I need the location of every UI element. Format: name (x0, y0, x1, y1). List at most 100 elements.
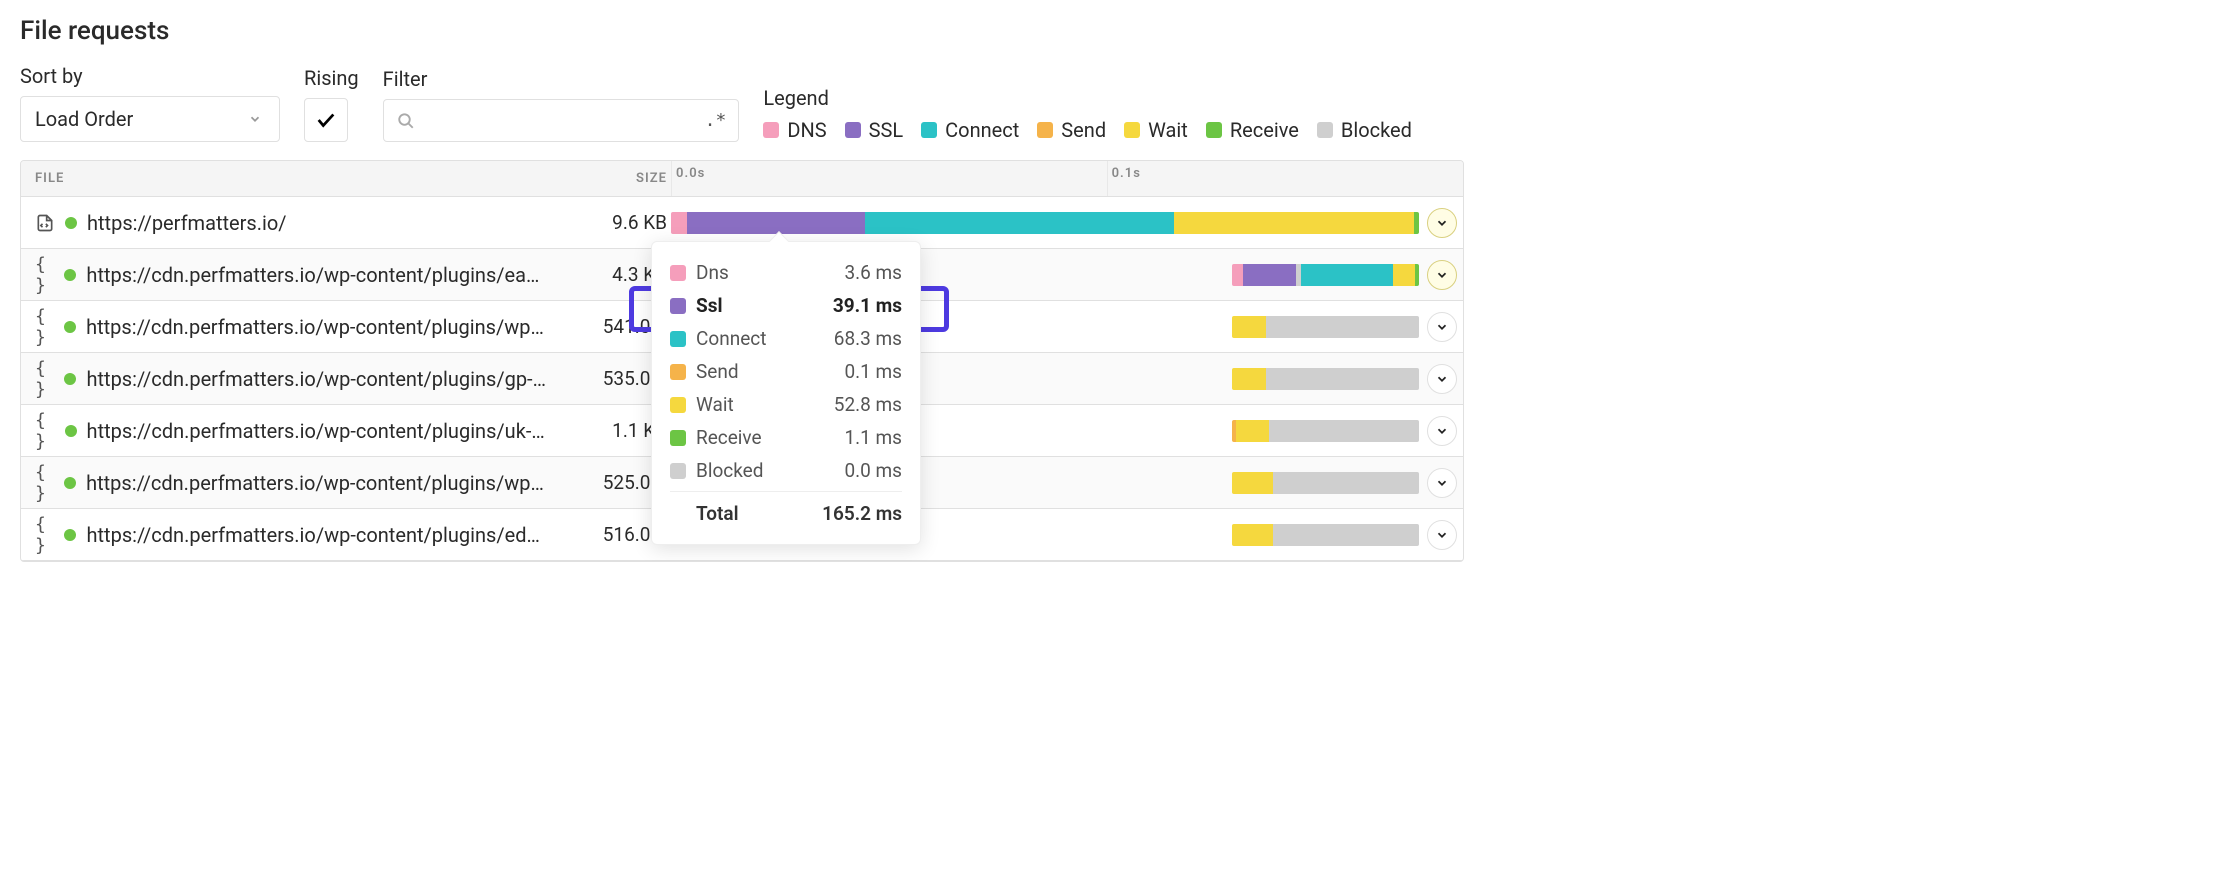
tooltip-value: 0.1 ms (844, 360, 902, 383)
tooltip-label: Dns (696, 261, 729, 284)
controls-bar: Sort by Load Order Rising Filter .* Lege… (20, 64, 1464, 142)
request-url: https://cdn.perfmatters.io/wp-content/pl… (86, 367, 547, 391)
segment-receive (1415, 264, 1419, 286)
segment-connect (865, 212, 1174, 234)
search-icon (396, 111, 416, 131)
col-timeline-header: 0.0s0.1s (671, 161, 1463, 196)
timing-bar[interactable] (1232, 472, 1419, 494)
timing-bar[interactable] (1232, 420, 1419, 442)
rising-label: Rising (304, 66, 359, 90)
tooltip-label: Connect (696, 327, 766, 350)
status-dot (64, 373, 76, 385)
tooltip-value: 68.3 ms (834, 327, 902, 350)
timing-bar[interactable] (671, 212, 1419, 234)
html-file-icon (35, 213, 55, 233)
tooltip-row-send: Send0.1 ms (670, 355, 902, 388)
tooltip-total-value: 165.2 ms (822, 502, 902, 525)
sort-by-select[interactable]: Load Order (20, 96, 280, 142)
dns-swatch (763, 122, 779, 138)
request-url: https://cdn.perfmatters.io/wp-content/pl… (86, 315, 547, 339)
tooltip-row-ssl: Ssl39.1 ms (670, 289, 902, 322)
file-cell: { }https://cdn.perfmatters.io/wp-content… (21, 457, 561, 508)
blocked-swatch (670, 463, 686, 479)
timing-bar[interactable] (1232, 264, 1419, 286)
segment-wait (1232, 524, 1273, 546)
request-url: https://cdn.perfmatters.io/wp-content/pl… (86, 471, 547, 495)
file-cell: { }https://cdn.perfmatters.io/wp-content… (21, 405, 561, 456)
size-value: 9.6 KB (612, 211, 667, 234)
request-url: https://cdn.perfmatters.io/wp-content/pl… (86, 523, 547, 547)
rising-checkbox[interactable] (304, 98, 348, 142)
segment-wait (1174, 212, 1413, 234)
tooltip-label: Blocked (696, 459, 763, 482)
legend-item-label: Connect (945, 118, 1019, 142)
file-cell: https://perfmatters.io/ (21, 197, 561, 248)
file-cell: { }https://cdn.perfmatters.io/wp-content… (21, 249, 561, 300)
segment-blocked (1266, 368, 1419, 390)
legend-item-label: Receive (1230, 118, 1299, 142)
expand-row-button[interactable] (1427, 520, 1457, 550)
tooltip-value: 0.0 ms (844, 459, 902, 482)
tooltip-row-wait: Wait 52.8 ms (670, 388, 902, 421)
segment-blocked (1269, 420, 1419, 442)
col-file-header[interactable]: FILE (21, 161, 561, 196)
wait-swatch (1124, 122, 1140, 138)
tooltip-row-blocked: Blocked 0.0 ms (670, 454, 902, 487)
tooltip-value: 3.6 ms (844, 261, 902, 284)
filter-label: Filter (383, 67, 740, 91)
css-file-icon: { } (35, 421, 55, 441)
expand-row-button[interactable] (1427, 208, 1457, 238)
table-header: FILE SIZE 0.0s0.1s (21, 161, 1463, 197)
segment-dns (1232, 264, 1243, 286)
status-dot (64, 321, 76, 333)
check-icon (315, 109, 337, 131)
css-file-icon: { } (35, 369, 54, 389)
timing-bar[interactable] (1232, 368, 1419, 390)
timing-bar[interactable] (1232, 316, 1419, 338)
send-swatch (670, 364, 686, 380)
css-file-icon: { } (35, 317, 54, 337)
expand-row-button[interactable] (1427, 416, 1457, 446)
legend: DNSSSLConnectSendWaitReceiveBlocked (763, 118, 1422, 142)
axis-tick: 0.1s (1107, 161, 1108, 196)
segment-receive (1414, 212, 1419, 234)
tooltip-value: 1.1 ms (844, 426, 902, 449)
segment-blocked (1266, 316, 1419, 338)
segment-wait (1232, 316, 1266, 338)
tooltip-row-connect: Connect 68.3 ms (670, 322, 902, 355)
timing-bar[interactable] (1232, 524, 1419, 546)
tooltip-value: 52.8 ms (834, 393, 902, 416)
connect-swatch (670, 331, 686, 347)
tooltip-total-row: Total 165.2 ms (670, 491, 902, 530)
expand-row-button[interactable] (1427, 364, 1457, 394)
wait-swatch (670, 397, 686, 413)
segment-wait (1232, 472, 1273, 494)
status-dot (65, 217, 77, 229)
dns-swatch (670, 265, 686, 281)
tooltip-total-label: Total (670, 502, 739, 525)
ssl-swatch (845, 122, 861, 138)
status-dot (64, 477, 76, 489)
legend-label: Legend (763, 86, 1422, 110)
legend-item-label: Send (1061, 118, 1106, 142)
tooltip-label: Ssl (696, 294, 723, 317)
request-url: https://cdn.perfmatters.io/wp-content/pl… (86, 263, 547, 287)
col-size-header[interactable]: SIZE (561, 161, 671, 196)
filter-input-wrap[interactable]: .* (383, 99, 740, 142)
expand-row-button[interactable] (1427, 260, 1457, 290)
timing-tooltip: Dns 3.6 ms Ssl39.1 ms Connect 68.3 ms Send0.1… (651, 241, 921, 545)
status-dot (64, 269, 76, 281)
sort-by-value: Load Order (35, 107, 133, 131)
segment-dns (671, 212, 687, 234)
filter-input[interactable] (426, 108, 695, 133)
file-cell: { } https://cdn.perfmatters.io/wp-content… (21, 353, 561, 404)
file-cell: { } https://cdn.perfmatters.io/wp-content… (21, 301, 561, 352)
page-title: File requests (20, 16, 1464, 46)
legend-item-label: DNS (787, 118, 826, 142)
expand-row-button[interactable] (1427, 312, 1457, 342)
legend-item-label: SSL (869, 118, 904, 142)
expand-row-button[interactable] (1427, 468, 1457, 498)
tooltip-row-receive: Receive 1.1 ms (670, 421, 902, 454)
tooltip-label: Wait (696, 393, 734, 416)
tooltip-label: Receive (696, 426, 762, 449)
